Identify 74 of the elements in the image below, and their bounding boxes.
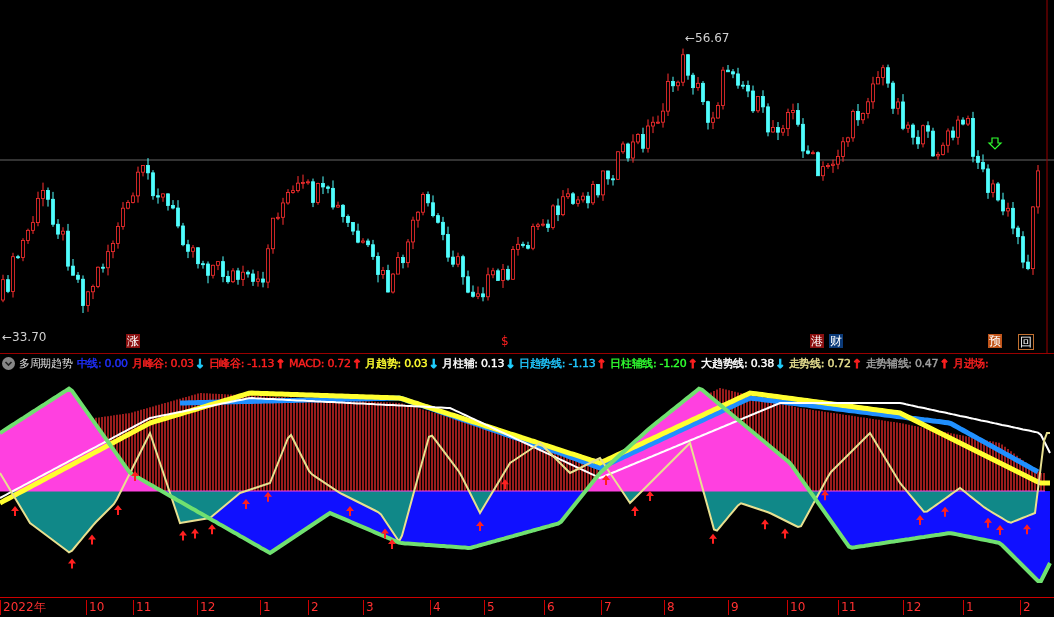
legend-value: 日柱辅线: -1.20 bbox=[610, 356, 687, 371]
axis-label: 2022年 bbox=[0, 600, 46, 615]
up-arrow-icon bbox=[821, 490, 829, 501]
axis-label: 10 bbox=[86, 600, 105, 615]
legend-value: 走势线: 0.72 bbox=[788, 356, 851, 371]
axis-label: 6 bbox=[544, 600, 555, 615]
legend-value: MACD: 0.72 bbox=[289, 357, 351, 370]
trend-arrow: ↑ bbox=[939, 356, 949, 371]
trend-arrow: ↑ bbox=[687, 356, 698, 371]
trend-arrow: ↓ bbox=[505, 356, 515, 371]
up-arrow-icon bbox=[602, 475, 610, 485]
trend-arrow: ↓ bbox=[774, 356, 785, 371]
legend-value: 走势辅线: 0.47 bbox=[865, 356, 939, 371]
up-arrow-icon bbox=[761, 519, 769, 530]
legend-value: 大趋势线: 0.38 bbox=[701, 356, 774, 371]
up-arrow-icon bbox=[114, 505, 122, 515]
axis-label: 1 bbox=[260, 600, 271, 615]
event-marker[interactable]: 预 bbox=[988, 334, 1002, 348]
up-arrow-icon bbox=[916, 515, 924, 525]
trend-arrow: ↑ bbox=[275, 356, 285, 371]
event-marker[interactable]: 港 bbox=[810, 334, 824, 348]
up-arrow-icon bbox=[11, 506, 19, 516]
axis-label: 12 bbox=[197, 600, 216, 615]
legend-value: 日峰谷: -1.13 bbox=[208, 356, 275, 371]
event-marker[interactable]: 回 bbox=[1018, 334, 1034, 350]
up-arrow-icon bbox=[68, 558, 76, 569]
low-price-label: ←33.70 bbox=[2, 330, 47, 344]
legend-value: 中线: 0.00 bbox=[76, 356, 128, 371]
down-arrow-icon bbox=[987, 137, 1003, 150]
high-price-label: ←56.67 bbox=[685, 31, 730, 45]
trend-arrow: ↑ bbox=[596, 356, 607, 371]
event-marker[interactable]: $ bbox=[500, 334, 510, 348]
up-arrow-icon bbox=[242, 499, 250, 509]
up-arrow-icon bbox=[346, 506, 354, 516]
trend-arrow: ↓ bbox=[428, 356, 439, 371]
collapse-icon[interactable] bbox=[2, 357, 15, 370]
up-arrow-icon bbox=[264, 491, 272, 502]
trend-arrow: ↑ bbox=[351, 356, 362, 371]
axis-label: 7 bbox=[601, 600, 612, 615]
up-arrow-icon bbox=[131, 471, 139, 481]
up-arrow-icon bbox=[984, 517, 992, 528]
axis-label: 5 bbox=[484, 600, 495, 615]
indicator-title: 多周期趋势 bbox=[19, 356, 73, 371]
up-arrow-icon bbox=[208, 524, 216, 535]
event-marker[interactable]: 财 bbox=[829, 334, 843, 348]
up-arrow-icon bbox=[476, 521, 484, 531]
axis-label: 1 bbox=[963, 600, 974, 615]
legend-value: 月峰谷: 0.03 bbox=[131, 356, 194, 371]
legend-value: 月趋势: 0.03 bbox=[365, 356, 428, 371]
up-arrow-icon bbox=[191, 528, 199, 539]
axis-label: 12 bbox=[903, 600, 922, 615]
axis-label: 11 bbox=[838, 600, 857, 615]
axis-label: 11 bbox=[133, 600, 152, 615]
up-arrow-icon bbox=[996, 525, 1004, 535]
legend-value: 月柱辅: 0.13 bbox=[442, 356, 505, 371]
axis-label: 10 bbox=[787, 600, 806, 615]
trend-arrow: ↑ bbox=[851, 356, 862, 371]
event-marker[interactable]: 涨 bbox=[126, 334, 140, 348]
legend-value: 日趋势线: -1.13 bbox=[519, 356, 596, 371]
axis-label: 2 bbox=[308, 600, 319, 615]
axis-label: 2 bbox=[1020, 600, 1031, 615]
up-arrow-icon bbox=[709, 533, 717, 544]
trend-arrow: ↓ bbox=[194, 356, 205, 371]
up-arrow-icon bbox=[781, 528, 789, 539]
axis-label: 4 bbox=[430, 600, 441, 615]
up-arrow-icon bbox=[501, 479, 509, 490]
legend-value: 月进场: bbox=[952, 356, 989, 371]
up-arrow-icon bbox=[1023, 524, 1031, 535]
up-arrow-icon bbox=[941, 506, 949, 517]
axis-label: 3 bbox=[363, 600, 374, 615]
up-arrow-icon bbox=[179, 530, 187, 541]
axis-label: 8 bbox=[664, 600, 675, 615]
up-arrow-icon bbox=[88, 534, 96, 545]
axis-label: 9 bbox=[728, 600, 739, 615]
